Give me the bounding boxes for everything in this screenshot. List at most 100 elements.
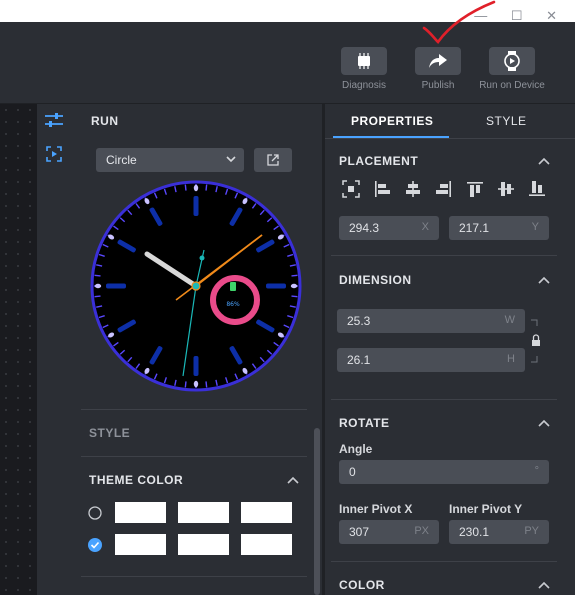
angle-value: 0 [349,465,356,479]
battery-percent: 86% [226,301,240,308]
align-right-icon[interactable] [435,180,453,198]
hour-marker [266,283,286,289]
watch-icon [504,51,520,71]
theme-radio-2-checked[interactable] [88,538,102,552]
tab-style[interactable]: STYLE [486,114,527,128]
position-y-suffix: Y [531,221,539,233]
height-field[interactable]: 26.1 H [337,348,525,372]
hour-marker [193,196,199,216]
position-y-field[interactable]: 217.1 Y [449,216,549,240]
minute-tick [205,381,208,388]
hour-dot [193,184,199,192]
theme-radio-1[interactable] [88,506,102,520]
divider [81,409,307,410]
angle-label: Angle [339,442,373,456]
chevron-up-icon[interactable] [538,157,550,165]
watch-face-preview[interactable]: 86% [90,180,302,392]
toolbar: Diagnosis Publish Run on Device [0,0,575,104]
chevron-up-icon[interactable] [538,276,550,284]
height-value: 26.1 [347,353,371,367]
sliders-icon[interactable] [45,112,63,128]
rotate-title: ROTATE [339,416,390,430]
shape-select[interactable]: Circle [96,148,244,172]
pivot-x-field[interactable]: 307 PX [339,520,439,544]
properties-panel: PROPERTIES STYLE PLACEMENT 294.3 X 217.1… [325,104,575,595]
chevron-up-icon[interactable] [538,581,550,589]
minute-tick [94,274,101,277]
position-x-field[interactable]: 294.3 X [339,216,439,240]
side-icon-rail [37,104,70,176]
theme-swatch[interactable] [241,534,292,555]
divider [331,399,557,400]
height-suffix: H [507,353,515,365]
position-x-suffix: X [421,221,429,233]
align-horizontal-center-icon[interactable] [404,180,422,198]
run-panel-scrollbar[interactable] [314,428,320,595]
share-arrow-icon [429,54,447,68]
divider [81,456,307,457]
hour-dot [193,380,199,388]
battery-icon [230,282,236,291]
screen-capture-icon[interactable] [46,146,62,162]
run-on-device-button[interactable] [489,47,535,75]
pivot-y-field[interactable]: 230.1 PY [449,520,549,544]
theme-swatch[interactable] [115,534,166,555]
chevron-up-icon[interactable] [287,476,299,484]
run-on-device-label: Run on Device [479,80,545,91]
width-suffix: W [504,314,515,326]
tab-properties[interactable]: PROPERTIES [351,114,433,128]
theme-swatch[interactable] [241,502,292,523]
position-y-value: 217.1 [459,221,490,235]
align-left-icon[interactable] [373,180,391,198]
aspect-lock-icon[interactable] [529,318,541,364]
pivot-y-suffix: PY [524,525,539,537]
placement-title: PLACEMENT [339,154,419,168]
align-center-frame-icon[interactable] [342,180,360,198]
external-link-icon [267,154,279,166]
open-external-button[interactable] [254,148,292,172]
minute-tick [291,295,298,298]
chevron-down-icon [226,156,236,163]
canvas-area[interactable] [0,104,37,595]
pivot-y-value: 230.1 [459,525,490,539]
angle-suffix: ° [534,465,539,477]
hour-marker [193,356,199,376]
pivot-x-label: Inner Pivot X [339,502,413,516]
align-bottom-icon[interactable] [528,180,546,198]
theme-swatch[interactable] [178,502,229,523]
dimension-title: DIMENSION [339,273,412,287]
divider [331,255,557,256]
hour-marker [106,283,126,289]
divider [325,138,575,139]
minute-tick [184,381,187,388]
chevron-up-icon[interactable] [538,419,550,427]
checkmark-annotation [422,0,496,45]
divider [81,576,307,577]
pivot-x-value: 307 [349,525,370,539]
minute-tick [291,274,298,277]
hand-pivot [191,281,201,291]
pivot-x-suffix: PX [414,525,429,537]
align-top-icon[interactable] [466,180,484,198]
hour-dot [290,283,298,289]
pivot-y-label: Inner Pivot Y [449,502,523,516]
align-vertical-center-icon[interactable] [497,180,515,198]
angle-field[interactable]: 0 ° [339,460,549,484]
divider [331,561,557,562]
theme-swatch[interactable] [178,534,229,555]
style-section-label: STYLE [89,426,131,440]
minute-tick [205,184,208,191]
shape-select-value: Circle [106,153,137,167]
hour-dot [94,283,102,289]
theme-swatch[interactable] [115,502,166,523]
theme-color-title: THEME COLOR [89,473,184,487]
minute-tick [94,295,101,298]
width-field[interactable]: 25.3 W [337,309,525,333]
width-value: 25.3 [347,314,371,328]
chip-icon [358,53,370,69]
minute-tick [184,184,187,191]
run-panel: RUN Circle 86% STYLE THEME COLOR [70,104,322,595]
publish-button[interactable] [415,47,461,75]
run-title: RUN [91,114,119,128]
diagnosis-button[interactable] [341,47,387,75]
